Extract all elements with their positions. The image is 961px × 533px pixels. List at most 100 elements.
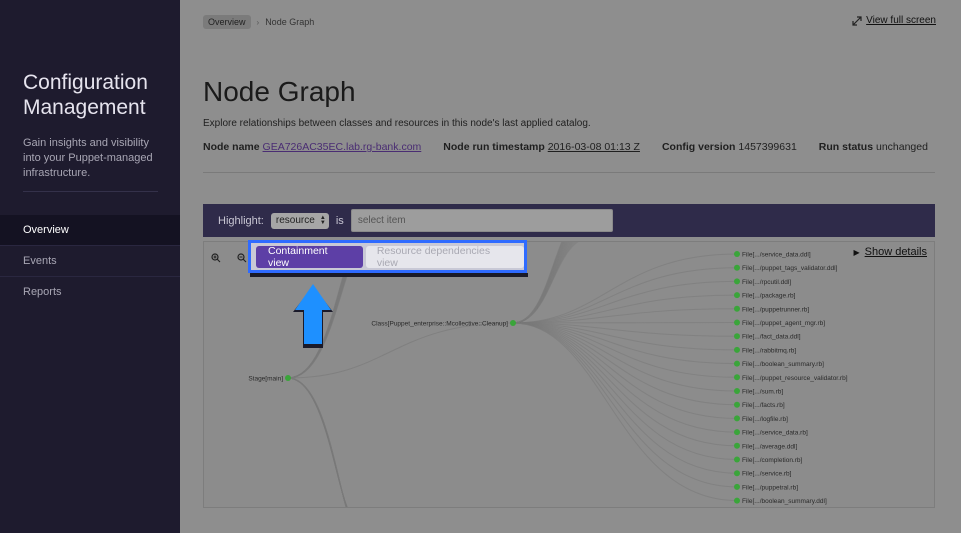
brand-title-line2: Management	[23, 96, 146, 119]
select-arrows-icon: ▲ ▼	[319, 214, 326, 226]
view-full-screen-label: View full screen	[866, 15, 936, 26]
file-node-label[interactable]: File[.../puppet_agent_mgr.rb]	[742, 320, 825, 327]
config-version-value: 1457399631	[738, 141, 797, 153]
node-name-label: Node name	[203, 141, 260, 153]
graph-edge	[512, 322, 738, 474]
file-node-dot[interactable]	[734, 442, 740, 449]
highlight-type-value: resource	[275, 215, 315, 226]
graph-edge	[287, 377, 347, 507]
up-arrow-annotation	[293, 284, 333, 348]
breadcrumb-separator: ›	[256, 17, 260, 27]
resource-dependencies-view-button[interactable]: Resource dependencies view	[365, 245, 524, 269]
file-node-label[interactable]: File[.../service_data.rb]	[742, 430, 808, 437]
graph-edge	[512, 322, 738, 392]
page-description: Explore relationships between classes an…	[203, 118, 591, 129]
show-details-label: Show details	[864, 246, 927, 258]
file-node-label[interactable]: File[.../rabbitmq.rb]	[742, 347, 796, 354]
graph-edge	[287, 377, 347, 507]
file-node-label[interactable]: File[.../logfile.rb]	[742, 416, 788, 423]
containment-view-button[interactable]: Containment view	[256, 245, 363, 269]
timestamp-label: Node run timestamp	[443, 141, 545, 153]
highlight-type-select[interactable]: resource ▲ ▼	[270, 212, 329, 229]
graph-edge	[287, 377, 348, 507]
breadcrumb-overview[interactable]: Overview	[203, 15, 251, 29]
graph-edge	[287, 377, 347, 507]
breadcrumb: Overview › Node Graph	[203, 15, 314, 29]
file-node-dot[interactable]	[734, 415, 740, 422]
file-node-label[interactable]: File[.../sum.rb]	[742, 389, 783, 396]
stage-node-label[interactable]: Stage[main]	[248, 376, 283, 383]
file-node-label[interactable]: File[.../average.ddl]	[742, 443, 797, 450]
file-node-label[interactable]: File[.../fact_data.ddl]	[742, 334, 801, 341]
timestamp-link[interactable]: 2016-03-08 01:13 Z	[548, 141, 640, 153]
class-node-label[interactable]: Class[Puppet_enterprise::Mcollective::Cl…	[371, 321, 508, 328]
config-meta: Config version 1457399631	[662, 141, 797, 153]
file-node-dot[interactable]	[734, 264, 740, 271]
brand-description: Gain insights and visibility into your P…	[23, 137, 153, 179]
run-status-value: unchanged	[875, 141, 928, 153]
node-name-link[interactable]: GEA726AC35EC.lab.rg-bank.com	[263, 141, 422, 153]
graph-canvas[interactable]: File[.../service_data.ddl] File[.../puppe…	[203, 241, 935, 508]
highlight-bar: Highlight: resource ▲ ▼ is select item	[203, 204, 935, 237]
show-details-toggle[interactable]: ▶ Show details	[853, 246, 927, 258]
file-node-label[interactable]: File[.../service.rb]	[742, 471, 792, 478]
sidebar-item-events[interactable]: Events	[0, 246, 180, 276]
caret-right-icon: ▶	[853, 247, 860, 257]
file-node-dot[interactable]	[734, 251, 740, 257]
toggle-shadow	[250, 273, 528, 277]
file-node-dot[interactable]	[734, 374, 740, 381]
breadcrumb-current: Node Graph	[265, 17, 315, 27]
graph-svg: File[.../service_data.ddl] File[.../puppe…	[248, 242, 848, 507]
graph-edge	[512, 322, 738, 324]
file-node-dot[interactable]	[734, 401, 740, 408]
highlight-item-input[interactable]: select item	[350, 209, 613, 232]
file-node-label[interactable]: File[.../puppetral.rb]	[742, 484, 798, 491]
graph-edge	[512, 322, 738, 406]
file-node-dot[interactable]	[734, 278, 740, 285]
file-node-label[interactable]: File[.../completion.rb]	[742, 457, 803, 464]
graph-edge	[287, 377, 348, 507]
sidebar-item-reports[interactable]: Reports	[0, 277, 180, 307]
file-node-label[interactable]: File[.../facts.rb]	[742, 402, 785, 409]
file-node-label[interactable]: File[.../boolean_summary.ddl]	[742, 498, 827, 505]
graph-edge	[287, 377, 347, 507]
sidebar-item-overview[interactable]: Overview	[0, 215, 180, 245]
sidebar-divider	[23, 191, 158, 192]
file-node-dot[interactable]	[734, 429, 740, 436]
file-node-dot[interactable]	[734, 470, 740, 477]
graph-edge	[287, 377, 347, 507]
sidebar-nav: Overview Events Reports	[0, 215, 180, 307]
file-node-dot[interactable]	[734, 333, 740, 340]
file-node-dot[interactable]	[734, 497, 740, 504]
file-node-label[interactable]: File[.../puppetrunner.rb]	[742, 306, 809, 313]
view-full-screen-link[interactable]: View full screen	[852, 15, 936, 26]
file-node-dot[interactable]	[734, 292, 740, 299]
brand-title: Configuration Management	[23, 70, 173, 120]
stage-node-dot[interactable]	[285, 375, 291, 381]
graph-edge	[287, 377, 348, 507]
timestamp-meta: Node run timestamp 2016-03-08 01:13 Z	[443, 141, 640, 153]
file-node-dot[interactable]	[734, 456, 740, 463]
class-node-dot[interactable]	[510, 320, 516, 326]
file-node-dot[interactable]	[734, 346, 740, 353]
view-toggle-group: Containment view Resource dependencies v…	[248, 240, 527, 273]
file-node-dot[interactable]	[734, 319, 740, 326]
file-node-label[interactable]: File[.../puppet_tags_validator.ddl]	[742, 265, 838, 272]
file-node-dot[interactable]	[734, 305, 740, 312]
config-version-label: Config version	[661, 141, 736, 153]
page-title: Node Graph	[203, 76, 356, 107]
file-node-dot[interactable]	[734, 360, 740, 367]
brand-title-line1: Configuration	[23, 71, 148, 94]
file-node-label[interactable]: File[.../service_data.ddl]	[742, 252, 811, 259]
file-node-dot[interactable]	[734, 483, 740, 490]
file-node-dot[interactable]	[734, 388, 740, 394]
expand-icon	[852, 15, 862, 26]
graph-edge	[287, 377, 348, 507]
node-meta: Node name GEA726AC35EC.lab.rg-bank.com N…	[203, 141, 928, 153]
file-node-label[interactable]: File[.../puppet_resource_validator.rb]	[742, 375, 848, 382]
file-node-label[interactable]: File[.../boolean_summary.rb]	[742, 361, 824, 368]
file-node-label[interactable]: File[.../package.rb]	[742, 293, 796, 300]
file-node-label[interactable]: File[.../rpcutil.ddl]	[742, 279, 791, 286]
is-label: is	[335, 214, 344, 227]
highlight-label: Highlight:	[218, 214, 264, 227]
